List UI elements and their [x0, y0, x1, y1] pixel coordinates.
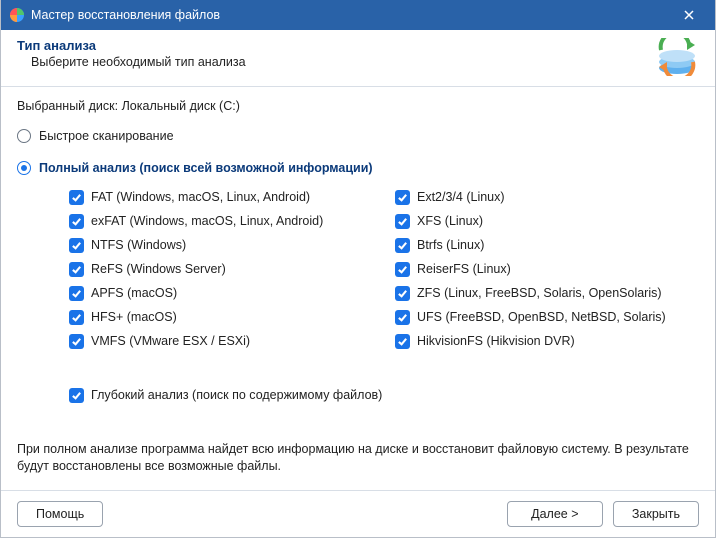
radio-icon [17, 161, 31, 175]
close-button[interactable] [671, 0, 707, 30]
checkbox-xfs[interactable]: XFS (Linux) [395, 209, 695, 233]
filesystem-col-left: FAT (Windows, macOS, Linux, Android) exF… [69, 185, 395, 353]
checkbox-ext[interactable]: Ext2/3/4 (Linux) [395, 185, 695, 209]
check-icon [69, 214, 84, 229]
checkbox-zfs[interactable]: ZFS (Linux, FreeBSD, Solaris, OpenSolari… [395, 281, 695, 305]
check-icon [395, 238, 410, 253]
check-icon [395, 310, 410, 325]
checkbox-btrfs[interactable]: Btrfs (Linux) [395, 233, 695, 257]
check-label: NTFS (Windows) [91, 238, 186, 252]
check-icon [395, 286, 410, 301]
check-label: ReFS (Windows Server) [91, 262, 226, 276]
check-icon [69, 334, 84, 349]
footer: Помощь Далее > Закрыть [1, 490, 715, 537]
check-label: Ext2/3/4 (Linux) [417, 190, 505, 204]
check-label: Глубокий анализ (поиск по содержимому фа… [91, 388, 382, 402]
check-label: ReiserFS (Linux) [417, 262, 511, 276]
check-icon [69, 310, 84, 325]
page-title: Тип анализа [17, 38, 655, 53]
help-button[interactable]: Помощь [17, 501, 103, 527]
wizard-icon [655, 38, 699, 76]
selected-disk-row: Выбранный диск: Локальный диск (C:) [17, 99, 699, 113]
next-button[interactable]: Далее > [507, 501, 603, 527]
check-icon [69, 286, 84, 301]
radio-icon [17, 129, 31, 143]
check-icon [69, 190, 84, 205]
filesystem-options: FAT (Windows, macOS, Linux, Android) exF… [17, 185, 699, 353]
checkbox-refs[interactable]: ReFS (Windows Server) [69, 257, 395, 281]
checkbox-fat[interactable]: FAT (Windows, macOS, Linux, Android) [69, 185, 395, 209]
check-label: ZFS (Linux, FreeBSD, Solaris, OpenSolari… [417, 286, 662, 300]
check-label: XFS (Linux) [417, 214, 483, 228]
app-icon [9, 7, 25, 23]
radio-quick-scan[interactable]: Быстрое сканирование [17, 129, 699, 143]
page-subtitle: Выберите необходимый тип анализа [17, 55, 655, 69]
check-label: HikvisionFS (Hikvision DVR) [417, 334, 575, 348]
selected-disk-label: Выбранный диск: [17, 99, 118, 113]
check-label: exFAT (Windows, macOS, Linux, Android) [91, 214, 323, 228]
radio-full-scan[interactable]: Полный анализ (поиск всей возможной инфо… [17, 161, 699, 175]
checkbox-reiserfs[interactable]: ReiserFS (Linux) [395, 257, 695, 281]
selected-disk-value: Локальный диск (C:) [122, 99, 240, 113]
checkbox-exfat[interactable]: exFAT (Windows, macOS, Linux, Android) [69, 209, 395, 233]
window-title: Мастер восстановления файлов [31, 8, 671, 22]
radio-label: Полный анализ (поиск всей возможной инфо… [39, 161, 373, 175]
check-icon [395, 190, 410, 205]
checkbox-deep-analysis[interactable]: Глубокий анализ (поиск по содержимому фа… [17, 383, 699, 407]
checkbox-ntfs[interactable]: NTFS (Windows) [69, 233, 395, 257]
check-label: HFS+ (macOS) [91, 310, 177, 324]
wizard-header: Тип анализа Выберите необходимый тип ана… [1, 30, 715, 86]
info-text: При полном анализе программа найдет всю … [17, 441, 699, 475]
radio-label: Быстрое сканирование [39, 129, 174, 143]
wizard-body: Выбранный диск: Локальный диск (C:) Быст… [1, 87, 715, 490]
checkbox-vmfs[interactable]: VMFS (VMware ESX / ESXi) [69, 329, 395, 353]
check-icon [395, 334, 410, 349]
checkbox-hfsplus[interactable]: HFS+ (macOS) [69, 305, 395, 329]
check-icon [69, 388, 84, 403]
check-label: UFS (FreeBSD, OpenBSD, NetBSD, Solaris) [417, 310, 666, 324]
filesystem-col-right: Ext2/3/4 (Linux) XFS (Linux) Btrfs (Linu… [395, 185, 695, 353]
check-label: Btrfs (Linux) [417, 238, 484, 252]
check-icon [395, 262, 410, 277]
checkbox-hikvisionfs[interactable]: HikvisionFS (Hikvision DVR) [395, 329, 695, 353]
check-label: APFS (macOS) [91, 286, 177, 300]
check-icon [69, 238, 84, 253]
check-icon [395, 214, 410, 229]
check-icon [69, 262, 84, 277]
check-label: VMFS (VMware ESX / ESXi) [91, 334, 250, 348]
checkbox-ufs[interactable]: UFS (FreeBSD, OpenBSD, NetBSD, Solaris) [395, 305, 695, 329]
check-label: FAT (Windows, macOS, Linux, Android) [91, 190, 310, 204]
close-button-footer[interactable]: Закрыть [613, 501, 699, 527]
checkbox-apfs[interactable]: APFS (macOS) [69, 281, 395, 305]
titlebar: Мастер восстановления файлов [1, 0, 715, 30]
